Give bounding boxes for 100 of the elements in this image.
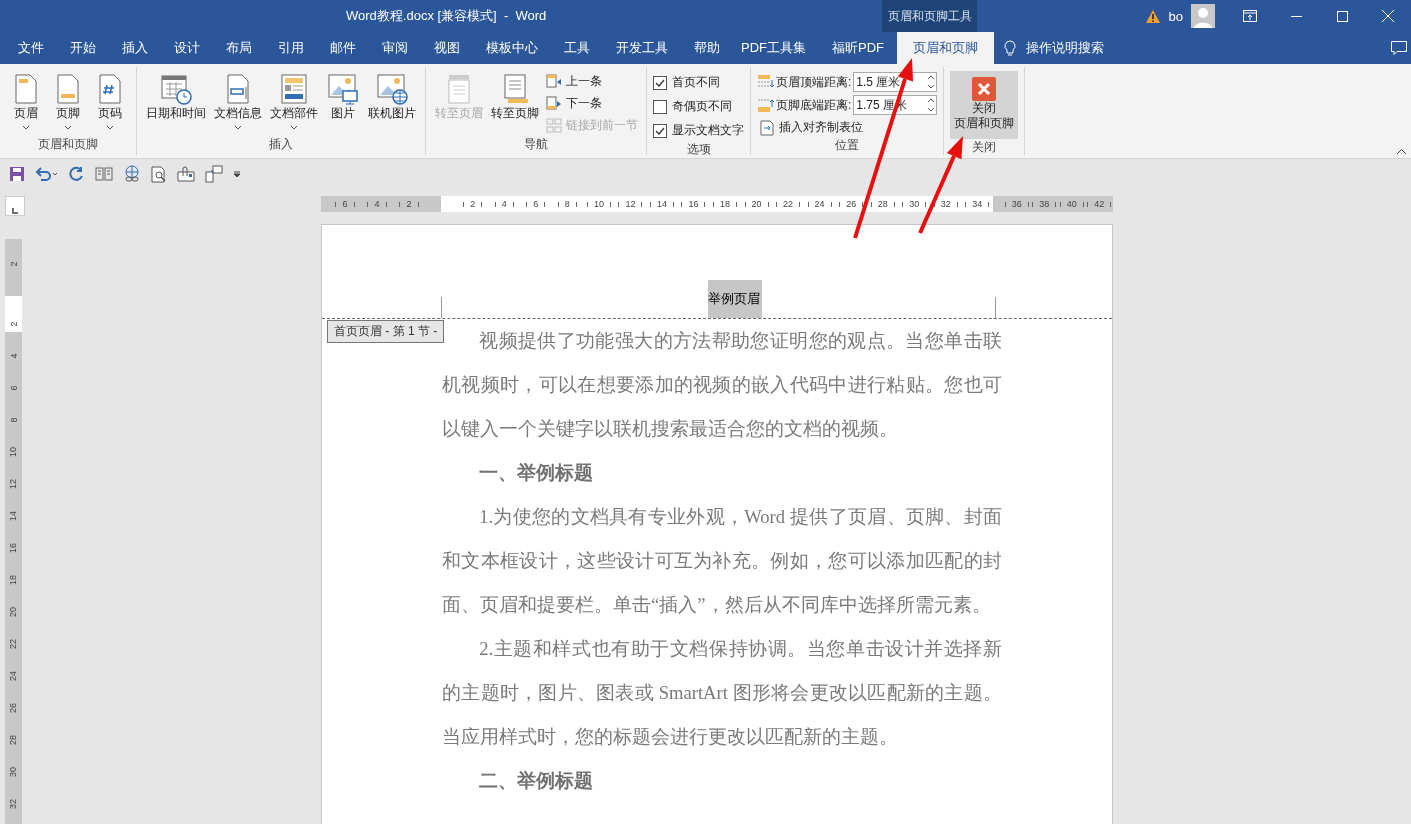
user-name[interactable]: bo [1168, 8, 1183, 24]
ruler-number: 22 [8, 639, 19, 649]
ribbon-button[interactable]: 上一条 [544, 72, 640, 91]
ruler-number: 42 [1094, 199, 1105, 209]
link-icon [546, 117, 563, 134]
ruler-number: 18 [8, 575, 19, 585]
comments-icon[interactable] [205, 165, 223, 183]
ribbon-button[interactable]: 页码 [90, 71, 130, 136]
ruler-number: 10 [8, 447, 19, 457]
ruler-number: 26 [846, 199, 857, 209]
ruler-number: 28 [8, 735, 19, 745]
window-title: Word教程.docx [兼容模式] - Word [346, 7, 547, 25]
paragraph: 2.主题和样式也有助于文档保持协调。当您单击设计并选择新的主题时，图片、图表或 SmartArt 图形将会更改以匹配新的主题。当应用样式时，您的标题会进行更改以匹配新的主题。 [442, 637, 1002, 749]
next-icon [546, 95, 563, 112]
ribbon-tab[interactable]: 插入 [109, 32, 161, 64]
previous-icon [546, 73, 563, 90]
paragraph: 1.为使您的文档具有专业外观，Word 提供了页眉、页脚、封面和文本框设计，这些设计可互为补充。例如，您可以添加匹配的封面、页眉和提要栏。单击“插入”，然后从不同库中选择所需元素。 [442, 505, 1002, 617]
ribbon-button[interactable]: 日期和时间 [143, 71, 209, 136]
header-distance-icon [757, 74, 774, 90]
paragraph: 视频提供了功能强大的方法帮助您证明您的观点。当您单击联机视频时，可以在想要添加的视频的嵌入代码中进行粘贴。您也可以键入一个关键字以联机搜索最适合您的文档的视频。 [442, 329, 1002, 441]
ribbon-tab[interactable]: 模板中心 [473, 32, 551, 64]
close-header-footer-button[interactable]: 关闭 页眉和页脚 [950, 71, 1019, 139]
ribbon-tab[interactable]: 视图 [421, 32, 473, 64]
spinner-arrows-icon[interactable] [926, 96, 937, 114]
warning-icon[interactable] [1144, 8, 1161, 24]
picture-icon [327, 73, 359, 105]
ribbon-button[interactable]: 文档部件 [267, 71, 321, 136]
ribbon-button[interactable]: 图片 [323, 71, 363, 136]
checkbox[interactable] [653, 99, 667, 114]
ruler-number: 4 [374, 199, 380, 209]
group-label: 位置 [834, 137, 861, 154]
spinner-field[interactable]: 1.5 厘米 [853, 72, 938, 92]
ruler-number: 14 [8, 511, 19, 521]
ribbon-tab[interactable]: 引用 [265, 32, 317, 64]
read-mode-icon[interactable] [95, 166, 113, 182]
print-preview-icon[interactable] [151, 165, 167, 183]
ribbon-tab[interactable]: 开始 [57, 32, 109, 64]
spinner-arrows-icon[interactable] [926, 73, 937, 91]
save-icon[interactable] [9, 166, 25, 182]
maximize-icon[interactable] [1336, 10, 1348, 22]
checkbox-label: 显示文档文字 [672, 122, 744, 139]
ribbon-button[interactable]: 页脚 [48, 71, 88, 136]
ribbon-tab[interactable]: 设计 [161, 32, 213, 64]
ribbon-tab[interactable]: 页眉和页脚 [897, 32, 994, 64]
redo-icon[interactable] [69, 166, 85, 182]
group-label: 关闭 [971, 139, 998, 156]
customize-toolbar-icon[interactable] [233, 170, 241, 178]
lightbulb-icon[interactable] [1004, 39, 1016, 57]
ribbon-tab[interactable]: 工具 [551, 32, 603, 64]
checkbox-label: 首页不同 [672, 74, 720, 91]
ribbon-tab[interactable]: 文件 [5, 32, 57, 64]
checkbox[interactable] [653, 75, 667, 90]
ribbon-button[interactable]: 联机图片 [365, 71, 419, 136]
ruler-number: 24 [814, 199, 825, 209]
ruler-number: 8 [564, 199, 570, 209]
ribbon-tab[interactable]: 帮助 [681, 32, 728, 64]
tell-me-search[interactable]: 操作说明搜索 [1026, 39, 1104, 57]
ribbon-button[interactable]: 下一条 [544, 94, 640, 113]
minimize-icon[interactable] [1290, 15, 1302, 17]
ribbon-button[interactable]: 文档信息 [211, 71, 265, 136]
calendar-clock-icon [160, 73, 192, 105]
comment-icon[interactable] [1391, 40, 1407, 56]
collapse-ribbon-icon[interactable] [1396, 148, 1407, 155]
ruler-number: 2 [406, 199, 412, 209]
header-text[interactable]: 举例页眉 [708, 280, 762, 318]
ruler-number: 20 [8, 607, 19, 617]
ruler-number: 24 [8, 671, 19, 681]
ruler-number: 38 [1039, 199, 1050, 209]
undo-icon[interactable] [35, 166, 59, 182]
ribbon-display-icon[interactable] [1243, 10, 1257, 22]
tab-selector[interactable] [5, 196, 25, 216]
ribbon-tab[interactable]: PDF工具集 [728, 32, 819, 64]
checkbox[interactable] [653, 123, 667, 138]
tab-stop-icon [11, 207, 19, 215]
ruler-number: 28 [877, 199, 888, 209]
context-tab-label: 页眉和页脚工具 [882, 0, 977, 32]
ribbon-tab[interactable]: 邮件 [317, 32, 369, 64]
ruler-number: 36 [1011, 199, 1022, 209]
ruler-number: 14 [656, 199, 667, 209]
header-section-label: 首页页眉 - 第 1 节 - [327, 320, 445, 343]
ribbon-button[interactable]: 插入对齐制表位 [757, 118, 938, 137]
ribbon-button[interactable]: 转至页脚 [488, 71, 542, 136]
field-label: 页眉顶端距离: [776, 73, 852, 91]
field-label: 页脚底端距离: [776, 96, 852, 114]
tab-stop-icon [759, 119, 776, 136]
ribbon-tab[interactable]: 审阅 [369, 32, 421, 64]
heading: 二、举例标题 [478, 769, 595, 793]
ruler-number: 32 [940, 199, 951, 209]
ruler-number: 18 [720, 199, 730, 209]
ribbon-tab[interactable]: 布局 [213, 32, 265, 64]
heading: 一、举例标题 [478, 461, 595, 485]
globe-link-icon[interactable] [123, 165, 141, 183]
ruler-number: 30 [909, 199, 920, 209]
attach-icon[interactable] [177, 166, 195, 182]
ribbon-tab[interactable]: 开发工具 [603, 32, 681, 64]
ribbon-tab[interactable]: 福昕PDF [819, 32, 897, 64]
ribbon-button[interactable]: 页眉 [6, 71, 46, 136]
checkbox-label: 奇偶页不同 [672, 98, 732, 115]
close-icon[interactable] [1382, 10, 1394, 22]
ruler-number: 16 [688, 199, 699, 209]
